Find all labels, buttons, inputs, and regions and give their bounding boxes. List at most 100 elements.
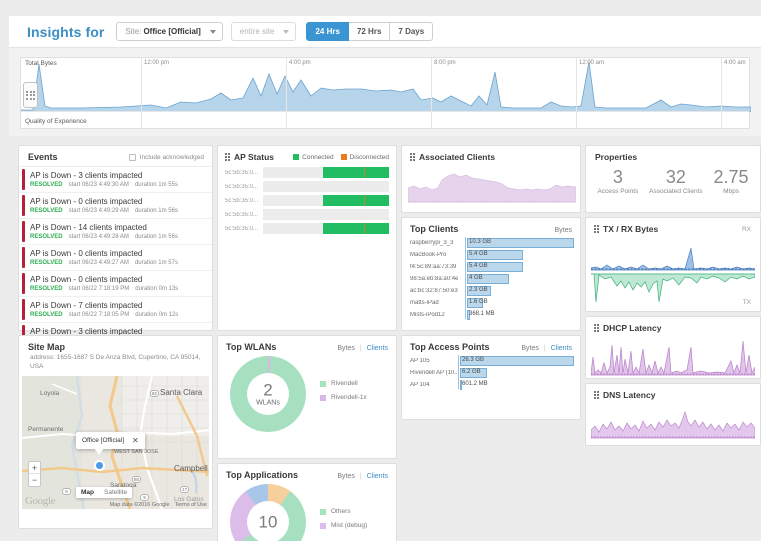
timeline-gridline: [576, 58, 577, 128]
stat-mbps: 2.75 Mbps: [714, 168, 749, 195]
ap-name: AP 105: [410, 358, 430, 364]
tab-bytes[interactable]: Bytes: [521, 345, 539, 352]
drag-handle-icon[interactable]: [594, 391, 599, 399]
range-7days[interactable]: 7 Days: [390, 22, 434, 41]
map-info-bubble[interactable]: Office [Official] ✕: [76, 431, 145, 449]
event-status: RESOLVED: [30, 260, 63, 266]
include-acknowledged-label: Include acknowledged: [139, 153, 204, 161]
scope-selector[interactable]: entire site: [230, 22, 297, 41]
tab-separator: |: [543, 345, 546, 352]
event-row[interactable]: AP is Down - 0 clients impacted RESOLVED…: [19, 271, 212, 297]
bar-track: 368.1 MB: [467, 310, 574, 320]
ap-status-row[interactable]: 5c:5b:35:0...: [225, 223, 389, 234]
events-card: Events Include acknowledged AP is Down -…: [18, 145, 213, 341]
top-clients-row[interactable]: matts-iPad 1.6 GB: [410, 297, 574, 309]
top-access-points-row[interactable]: AP 105 26.3 GB: [410, 355, 574, 367]
ap-status-card: AP Status Connected Disconnected 5c:5b:3…: [217, 145, 397, 331]
map-viewport[interactable]: Loyola Santa Clara Permanente WEST SAN J…: [22, 375, 209, 509]
event-row[interactable]: AP is Down - 0 clients impacted RESOLVED…: [19, 245, 212, 271]
event-duration: duration 0m 12s: [135, 312, 179, 318]
dns-latency-header: DNS Latency: [586, 384, 760, 404]
event-title: AP is Down - 14 clients impacted: [30, 223, 147, 232]
ap-status-track: [263, 167, 389, 178]
include-acknowledged-toggle[interactable]: Include acknowledged: [128, 153, 204, 161]
map-location-marker[interactable]: [94, 459, 105, 471]
site-selector-prefix: Site:: [125, 27, 142, 36]
close-icon[interactable]: ✕: [132, 436, 139, 445]
ap-status-row[interactable]: 5c:5b:35:0...: [225, 167, 389, 178]
checkbox-icon[interactable]: [128, 153, 136, 161]
tab-clients[interactable]: Clients: [367, 473, 388, 480]
events-header: Events Include acknowledged: [19, 146, 212, 166]
timeline-drag-handle[interactable]: [23, 82, 38, 108]
ap-status-row[interactable]: 5c:5b:35:0...: [225, 209, 389, 220]
range-72hrs[interactable]: 72 Hrs: [348, 22, 391, 41]
range-24hrs[interactable]: 24 Hrs: [306, 22, 349, 41]
ap-connected-segment: [323, 195, 389, 206]
zoom-out-button[interactable]: −: [29, 474, 40, 486]
top-clients-row[interactable]: f4:5c:89:aa:73:39 5.4 GB: [410, 261, 574, 273]
ap-status-row[interactable]: 5c:5b:35:0...: [225, 195, 389, 206]
drag-handle-icon[interactable]: [594, 324, 599, 332]
top-clients-row[interactable]: raspberrypi_3_3 10.3 GB: [410, 237, 574, 249]
ap-status-track: [263, 195, 389, 206]
site-selector[interactable]: Site: Office [Official]: [116, 22, 223, 41]
top-applications-center: 10: [230, 514, 306, 531]
event-row[interactable]: AP is Down - 0 clients impacted RESOLVED…: [19, 193, 212, 219]
timeline-qoe-label: Quality of Experience: [25, 118, 87, 125]
top-clients-row[interactable]: Mists-iPod12 368.1 MB: [410, 309, 574, 321]
event-start: start 06/23 4:49:30 AM: [68, 182, 129, 188]
zoom-in-button[interactable]: +: [29, 462, 40, 474]
top-access-points-row[interactable]: Rivendell AP (10... 6.2 GB: [410, 367, 574, 379]
highway-shield-icon: 17: [180, 485, 189, 493]
event-duration: duration 0m 13s: [135, 286, 179, 292]
associated-clients-card: Associated Clients: [401, 145, 581, 213]
timeline-card[interactable]: Total Bytes 12:00 pm 4:00 pm 8:00 pm 12:…: [20, 57, 751, 129]
top-wlans-caption: WLANs: [256, 399, 280, 407]
legend-swatch-disconnected: [340, 154, 347, 160]
google-logo: Google: [25, 494, 55, 507]
tx-rx-header: TX / RX Bytes: [586, 218, 760, 238]
event-status: RESOLVED: [30, 208, 63, 214]
event-row[interactable]: AP is Down - 14 clients impacted RESOLVE…: [19, 219, 212, 245]
client-name: Mists-iPod12: [410, 312, 445, 318]
timeline-strip: Total Bytes 12:00 pm 4:00 pm 8:00 pm 12:…: [9, 48, 761, 136]
ap-name: 5c:5b:35:0...: [225, 211, 259, 218]
event-row[interactable]: AP is Down - 7 clients impacted RESOLVED…: [19, 297, 212, 323]
timeline-tick-2: 4:00 pm: [289, 60, 311, 66]
top-wlans-donut-chart: 2 WLANs: [230, 356, 306, 432]
client-value: 2.3 GB: [469, 287, 488, 293]
bar-track: 26.3 GB: [460, 356, 574, 366]
drag-handle-icon[interactable]: [410, 153, 415, 161]
tab-bytes[interactable]: Bytes: [337, 345, 355, 352]
event-row[interactable]: AP is Down - 3 clients impacted RESOLVED…: [19, 167, 212, 193]
map-type-satellite[interactable]: Satellite: [99, 487, 132, 498]
stat-value: 2.75: [713, 167, 749, 187]
map-terms-link[interactable]: Terms of Use: [175, 502, 207, 508]
tab-clients[interactable]: Clients: [367, 345, 388, 352]
properties-card: Properties 3 Access Points 32 Associated…: [585, 145, 761, 213]
map-type-map[interactable]: Map: [76, 487, 99, 498]
top-applications-legend: Others Mist (debug): [320, 508, 367, 536]
drag-handle-icon[interactable]: [225, 153, 230, 161]
top-clients-row[interactable]: 98:5a:eb:8a:a0:4e 4 GB: [410, 273, 574, 285]
ap-segment-divider: [363, 195, 365, 206]
tab-separator: |: [359, 345, 362, 352]
top-clients-row[interactable]: ac:bc:32:87:50:e3 2.3 GB: [410, 285, 574, 297]
client-value: 1.6 GB: [469, 299, 488, 305]
tab-bytes[interactable]: Bytes: [337, 473, 355, 480]
top-applications-count: 10: [258, 512, 278, 532]
top-access-points-tabs: Bytes | Clients: [521, 345, 572, 352]
stat-label: Associated Clients: [649, 187, 703, 195]
legend-label: Rivendell: [331, 380, 358, 387]
ap-status-rows: 5c:5b:35:0... 5c:5b:35:0... 5c:5b:35:0..…: [218, 167, 396, 234]
ap-status-row[interactable]: 5c:5b:35:0...: [225, 181, 389, 192]
tab-clients[interactable]: Clients: [551, 345, 572, 352]
top-applications-tabs: Bytes | Clients: [337, 473, 388, 480]
top-clients-row[interactable]: MacBook-Pro 5.4 GB: [410, 249, 574, 261]
top-access-points-row[interactable]: AP 104 601.2 MB: [410, 379, 574, 391]
ap-name: 5c:5b:35:0...: [225, 197, 259, 204]
drag-handle-icon[interactable]: [594, 225, 599, 233]
top-wlans-body: 2 WLANs Rivendell Rivendell-1x: [218, 352, 396, 432]
ap-status-header: AP Status Connected Disconnected: [218, 146, 396, 167]
